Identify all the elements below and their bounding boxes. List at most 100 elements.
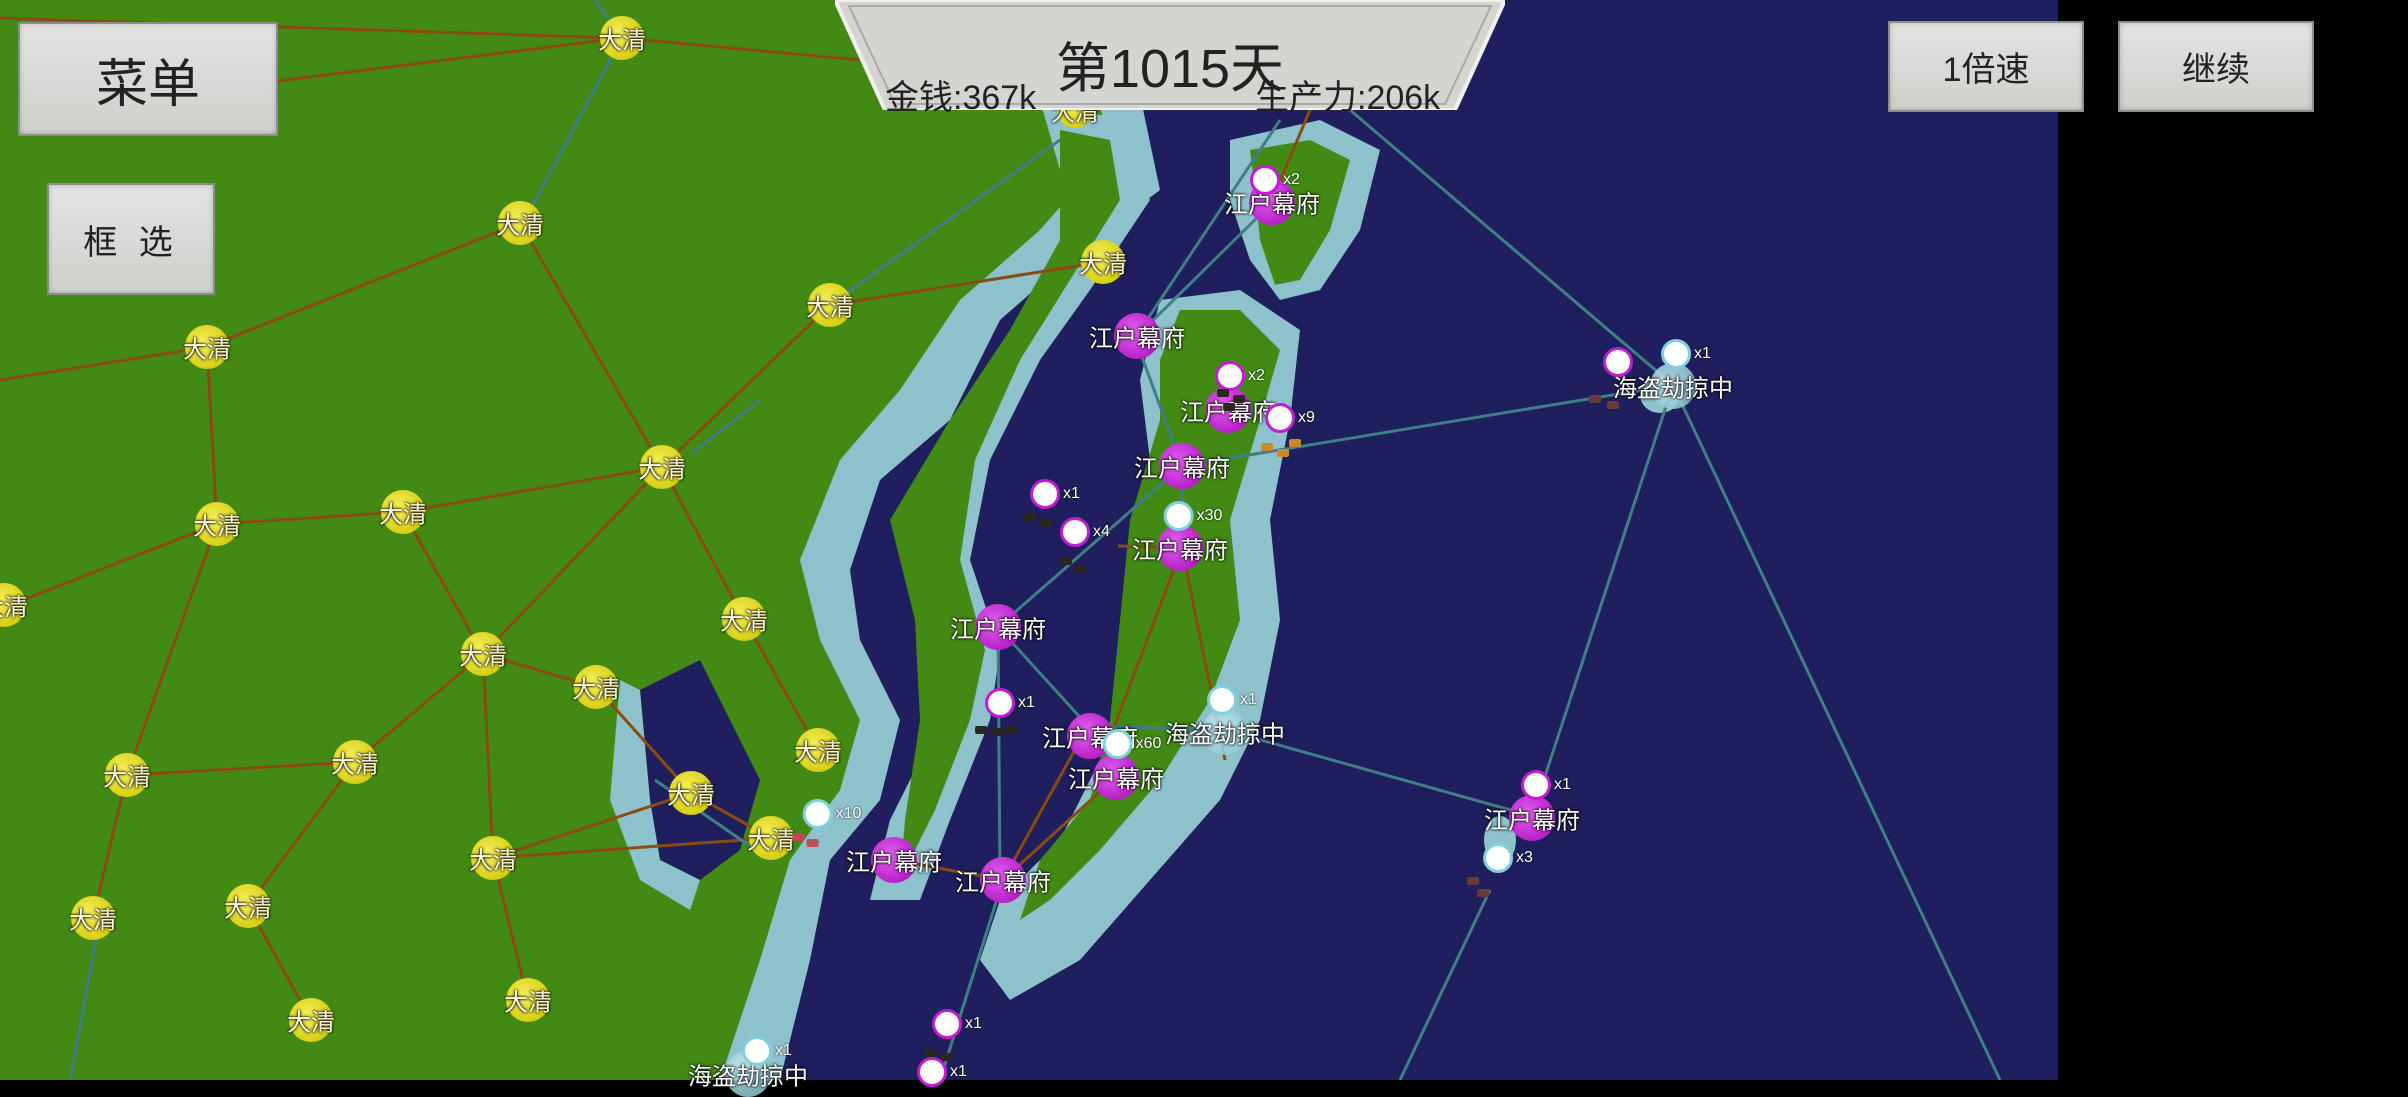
fleet-icon — [1209, 385, 1261, 411]
unit-count: x1 — [775, 1042, 792, 1059]
territory-node-edo[interactable]: 江户幕府 — [1089, 313, 1185, 359]
qing-marker-icon — [808, 283, 852, 327]
territory-node-qing[interactable]: 大清 — [183, 325, 231, 369]
territory-node-qing[interactable]: 大清 — [379, 490, 427, 534]
qing-marker-icon — [461, 632, 505, 676]
army-unit[interactable]: x30 — [1163, 501, 1222, 531]
army-unit[interactable]: x2 — [1250, 165, 1300, 195]
army-unit[interactable]: x2 — [1215, 361, 1265, 411]
qing-marker-icon — [289, 998, 333, 1042]
territory-node-qing[interactable]: 大清 — [1079, 240, 1127, 284]
fleet-icon — [975, 712, 1031, 738]
army-unit[interactable]: x1 — [1024, 479, 1080, 527]
qing-marker-icon — [640, 445, 684, 489]
army-unit[interactable]: x1 — [975, 688, 1035, 736]
territory-node-qing[interactable]: 大清 — [806, 283, 854, 327]
qing-marker-icon — [796, 728, 840, 772]
territory-node-qing[interactable]: 大清 — [667, 771, 715, 815]
territory-node-qing[interactable]: 大清 — [193, 502, 241, 546]
territory-node-qing[interactable]: 大清 — [794, 728, 842, 772]
territory-node-qing[interactable]: 大清 — [720, 597, 768, 641]
territory-node-qing[interactable]: 大清 — [224, 884, 272, 928]
territory-node-qing[interactable]: 大清 — [331, 740, 379, 784]
territory-node-qing[interactable]: 大清 — [69, 896, 117, 940]
status-panel: 第1015天 金钱:367k 生产力:206k — [835, 0, 1505, 117]
unit-badge-icon — [1163, 501, 1194, 531]
production-readout: 生产力:206k — [1255, 79, 1441, 117]
world-map[interactable] — [0, 0, 2408, 1080]
territory-node-pirate[interactable]: 海盗劫掠中 — [1165, 709, 1285, 755]
unit-badge-icon — [1521, 770, 1552, 800]
army-unit[interactable]: x1 — [1207, 685, 1257, 715]
unit-count: x9 — [1298, 409, 1315, 426]
army-unit[interactable]: x1 — [1661, 339, 1711, 369]
territory-node-qing[interactable]: 大清 — [459, 632, 507, 676]
territory-node-edo[interactable]: 江户幕府 — [1132, 525, 1228, 571]
qing-marker-icon — [185, 325, 229, 369]
edo-marker-icon — [1114, 313, 1160, 359]
territory-node-qing[interactable]: 大清 — [504, 978, 552, 1022]
pirate-marker-icon — [1650, 363, 1696, 409]
edo-marker-icon — [980, 857, 1026, 903]
territory-node-qing[interactable]: 大清 — [469, 836, 517, 880]
fleet-icon — [1054, 541, 1106, 573]
fleet-icon — [924, 1033, 978, 1061]
territory-node-edo[interactable]: 江户幕府 — [1484, 795, 1580, 841]
qing-marker-icon — [749, 816, 793, 860]
continue-button[interactable]: 继续 — [2118, 21, 2314, 112]
unit-badge-icon — [742, 1036, 773, 1066]
edo-marker-icon — [975, 604, 1021, 650]
qing-marker-icon — [574, 665, 618, 709]
territory-node-qing[interactable]: 大清 — [598, 16, 646, 60]
box-select-button[interactable]: 框 选 — [47, 183, 215, 295]
fleet-icon — [1467, 867, 1529, 897]
unit-count: x1 — [1554, 776, 1571, 793]
edo-marker-icon — [1509, 795, 1555, 841]
unit-count: x3 — [1516, 849, 1533, 866]
fleet-icon — [792, 823, 849, 849]
unit-badge-icon — [1102, 729, 1133, 759]
army-unit[interactable]: x1 — [1521, 770, 1571, 800]
army-unit[interactable]: x3 — [1467, 843, 1533, 897]
territory-node-qing[interactable]: 大清 — [0, 583, 28, 627]
unit-count: x1 — [1240, 691, 1257, 708]
territory-node-qing[interactable]: 大清 — [496, 201, 544, 245]
army-unit[interactable]: x4 — [1060, 517, 1110, 573]
territory-node-edo[interactable]: 江户幕府 — [1134, 443, 1230, 489]
unit-badge-icon — [1250, 165, 1281, 195]
edo-marker-icon — [1159, 443, 1205, 489]
territory-node-edo[interactable]: 江户幕府 — [950, 604, 1046, 650]
pirate-marker-icon — [1202, 709, 1248, 755]
territory-node-qing[interactable]: 大清 — [638, 445, 686, 489]
territory-node-qing[interactable]: 大清 — [572, 665, 620, 709]
army-unit[interactable]: x1 — [917, 1057, 967, 1087]
army-unit[interactable]: x10 — [792, 799, 861, 847]
qing-marker-icon — [506, 978, 550, 1022]
fleet-icon — [1259, 427, 1311, 457]
territory-node-pirate[interactable]: 海盗劫掠中 — [1613, 363, 1733, 409]
unit-count: x4 — [1093, 523, 1110, 540]
army-unit[interactable]: x60 — [1102, 729, 1162, 759]
army-unit[interactable] — [1589, 347, 1633, 409]
territory-node-qing[interactable]: 大清 — [287, 998, 335, 1042]
army-unit[interactable]: x1 — [742, 1036, 792, 1066]
qing-marker-icon — [381, 490, 425, 534]
money-readout: 金钱:367k — [885, 79, 1037, 117]
qing-marker-icon — [226, 884, 270, 928]
territory-node-edo[interactable]: 江户幕府 — [955, 857, 1051, 903]
game-speed-button[interactable]: 1倍速 — [1888, 21, 2084, 112]
menu-button[interactable]: 菜单 — [18, 22, 278, 136]
army-unit[interactable]: x9 — [1261, 403, 1315, 457]
army-unit[interactable]: x1 — [924, 1009, 982, 1061]
edo-marker-icon — [871, 837, 917, 883]
territory-node-qing[interactable]: 大清 — [103, 753, 151, 797]
unit-count: x1 — [1018, 694, 1035, 711]
territory-node-edo[interactable]: 江户幕府 — [846, 837, 942, 883]
territory-node-qing[interactable]: 大清 — [747, 816, 795, 860]
unit-count: x60 — [1135, 735, 1162, 752]
qing-marker-icon — [498, 201, 542, 245]
territory-node-edo[interactable]: 江户幕府 — [1068, 754, 1164, 800]
edo-marker-icon — [1157, 525, 1203, 571]
qing-marker-icon — [722, 597, 766, 641]
qing-marker-icon — [71, 896, 115, 940]
